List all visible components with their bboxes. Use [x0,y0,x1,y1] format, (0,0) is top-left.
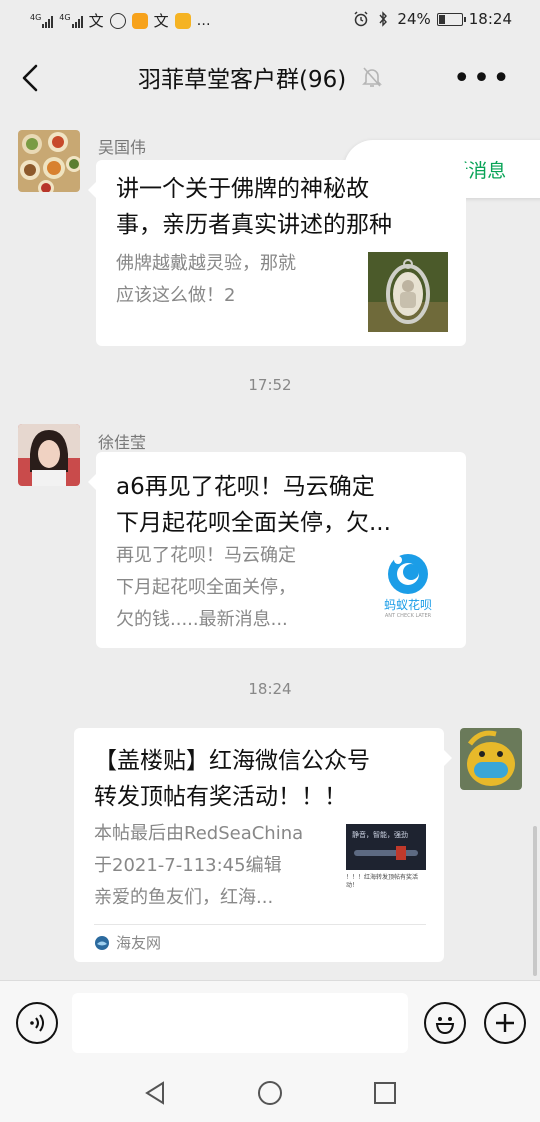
app-orange-icon [131,12,148,29]
amulet-thumbnail [368,252,448,332]
thumbnail-caption: ！！！红海转发顶帖有奖活动！ [346,874,419,889]
card-description-line: 佛牌越戴越灵验，那就 [116,253,296,274]
card-description-line: 欠的钱.....最新消息... [116,609,288,630]
link-card[interactable]: a6再见了花呗！马云确定 下月起花呗全面关停，欠... 再见了花呗！马云确定 下… [88,452,466,648]
thumbnail-banner: 静音，智能，强劲 [346,824,426,870]
voice-button[interactable] [16,1002,58,1044]
avatar[interactable] [460,728,522,790]
card-title-line: a6再见了花呗！马云确定 [116,474,375,500]
mascot-avatar-image [460,728,522,790]
translate-icon-2: 文 [153,12,169,30]
triangle-back-icon[interactable] [143,1080,167,1106]
huabei-logo-text: 蚂蚁花呗 [383,598,432,612]
sender-name: 吴国伟 [98,138,147,157]
emoji-button[interactable] [424,1002,466,1044]
network-type-1: 4G [30,12,42,22]
square-recent-icon[interactable] [373,1081,397,1105]
translate-icon: 文 [88,12,104,30]
card-title-line: 【盖楼贴】红海微信公众号 [94,748,370,774]
clock: 18:24 [468,10,512,28]
card-title-line: 讲一个关于佛牌的神秘故 [116,176,369,202]
app-notification-icon [109,12,126,29]
message-input[interactable] [72,993,408,1053]
card-description-line: 应该这么做！2 [116,285,236,306]
bell-off-icon [362,67,383,87]
card-description-line: 再见了花呗！马云确定 [116,545,296,566]
back-icon[interactable] [16,60,46,96]
card-description-line: 下月起花呗全面关停， [116,577,296,598]
post-thumbnail: 静音，智能，强劲 ！！！红海转发顶帖有奖活动！ [346,824,426,904]
huabei-logo-icon [388,554,428,594]
signal-icon: 4G [30,12,54,28]
battery-percent: 24% [397,10,431,28]
mail-icon [174,12,191,29]
link-card[interactable]: 讲一个关于佛牌的神秘故 事，亲历者真实讲述的那种 佛牌越戴越灵验，那就 应该这么… [88,160,466,346]
globe-icon [95,935,109,950]
timestamp: 17:52 [248,376,292,394]
card-description-line: 于2021-7-113:45编辑 [94,855,282,876]
chat-input-bar [0,980,540,1066]
huabei-logo-subtext: ANT CHECK LATER [384,613,432,619]
chat-title-group: 羽菲草堂客户群(96) [138,60,384,94]
smiley-icon [435,1017,455,1035]
more-functions-button[interactable] [484,1002,526,1044]
network-type-2: 4G [59,12,71,22]
more-dots-icon[interactable]: ••• [453,64,512,94]
source-name: 海友网 [116,934,162,952]
card-title-line: 下月起花呗全面关停，欠... [116,510,391,536]
source-row: 海友网 [94,932,161,953]
bluetooth-vibrate-icon [379,11,388,27]
timestamp: 18:24 [248,680,292,698]
chat-header: 羽菲草堂客户群(96) ••• [0,40,540,116]
alarm-icon [354,11,368,27]
plus-icon [496,1014,514,1032]
thumbnail-banner-text: 静音，智能，强劲 [352,831,408,839]
scrollbar[interactable] [533,826,537,976]
card-description-line: 本帖最后由RedSeaChina [94,823,304,844]
status-right: 24% 18:24 [353,10,512,28]
divider [94,924,426,925]
battery-icon [436,12,466,26]
avatar[interactable] [18,424,80,486]
system-nav-bar [0,1066,540,1122]
card-description-line: 亲爱的鱼友们，红海... [94,887,274,908]
sender-name: 徐佳莹 [98,433,147,452]
woman-avatar-image [18,424,80,486]
huabei-logo-thumbnail: 蚂蚁花呗 ANT CHECK LATER [368,550,448,630]
food-avatar-image [18,130,80,192]
signal-icon-2: 4G [59,12,83,28]
card-title-line: 事，亲历者真实讲述的那种 [116,212,392,238]
chat-title[interactable]: 羽菲草堂客户群(96) [138,60,346,94]
link-card[interactable]: 【盖楼贴】红海微信公众号 转发顶帖有奖活动！！！ 本帖最后由RedSeaChin… [74,728,452,962]
more-notifications-icon: … [196,12,211,29]
card-title-line: 转发顶帖有奖活动！！！ [94,784,347,810]
avatar[interactable] [18,130,80,192]
status-left: 4G 4G 文 文 … [30,10,211,31]
circle-home-icon[interactable] [257,1080,283,1106]
status-bar: 4G 4G 文 文 … 24% 18:24 [0,0,540,40]
voice-icon [30,1014,44,1032]
